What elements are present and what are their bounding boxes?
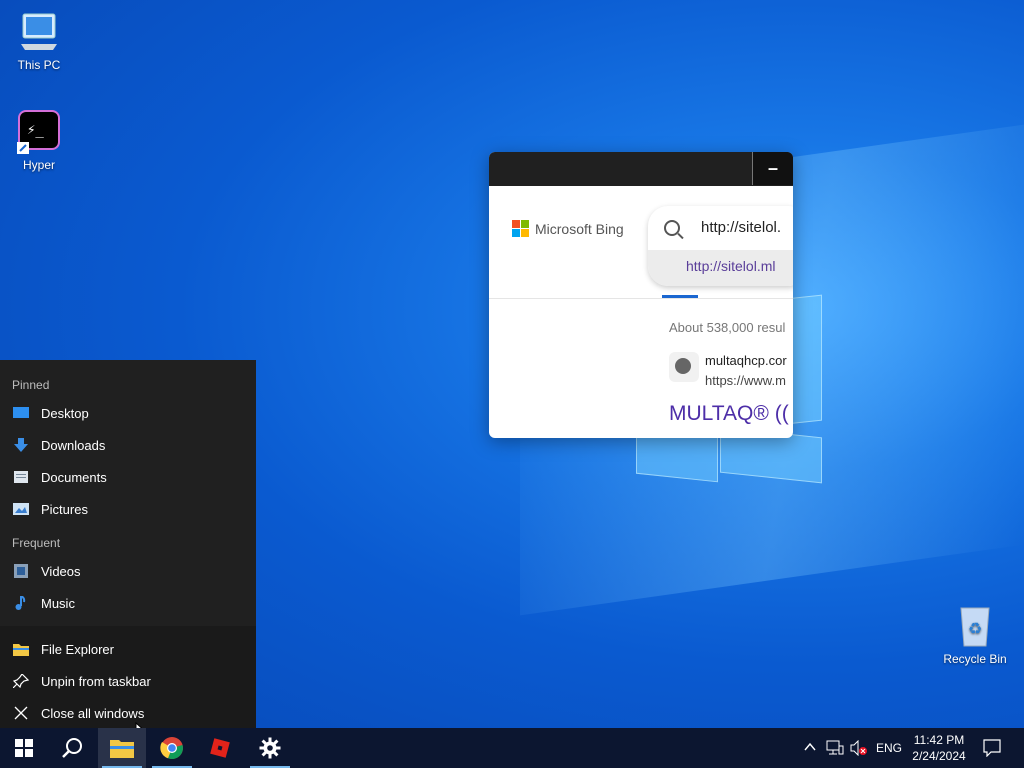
chrome-icon [160,737,183,760]
desktop-folder-icon [13,406,29,420]
jumplist-item-desktop[interactable]: Desktop [0,397,256,429]
file-explorer-icon [110,740,134,758]
microsoft-logo-icon [512,220,529,237]
jumplist-actions: File Explorer Unpin from taskbar Close a… [0,626,256,728]
taskbar-search-button[interactable] [48,728,96,768]
search-input-row[interactable]: http://sitelol. [648,206,793,250]
taskbar-file-explorer[interactable] [98,728,146,768]
notifications-icon[interactable] [983,739,1001,757]
jumplist-item-label: Music [41,595,75,611]
jumplist-action-file-explorer[interactable]: File Explorer [0,633,256,665]
settings-icon [259,737,281,759]
bing-logo-text: Microsoft Bing [535,220,624,237]
clock[interactable]: 11:42 PM 2/24/2024 [906,732,972,764]
search-box[interactable]: http://sitelol. http://sitelol.ml [648,206,793,286]
result-site-url[interactable]: https://www.m [705,373,786,388]
recycle-bin-icon: ♻ [953,604,997,648]
jumplist-item-documents[interactable]: Documents [0,461,256,493]
jumplist-item-label: Downloads [41,437,106,453]
pinned-header: Pinned [12,378,50,392]
desktop-icon-hyper[interactable]: ⚡_ Hyper [4,110,74,172]
videos-icon [13,564,29,578]
start-icon [15,739,33,757]
globe-icon [675,358,691,374]
close-icon [13,706,29,720]
jumplist-item-videos[interactable]: Videos [0,555,256,587]
jumplist-item-pictures[interactable]: Pictures [0,493,256,525]
search-icon [62,738,82,758]
show-hidden-icons-chevron-icon[interactable] [804,742,816,752]
folder-icon [13,642,29,656]
taskbar-settings[interactable] [246,728,294,768]
jumplist-item-label: Pictures [41,501,88,517]
jumplist-action-label: File Explorer [41,641,114,657]
svg-text:♻: ♻ [968,621,982,638]
taskbar-jump-list: Pinned Desktop Downloads Documents Pictu… [0,360,256,728]
volume-muted-icon[interactable] [850,740,868,756]
desktop-icon-label: Hyper [22,158,55,172]
jumplist-item-label: Documents [41,469,107,485]
site-favicon [669,352,699,382]
jumplist-item-music[interactable]: Music [0,587,256,619]
result-count: About 538,000 resul [669,320,786,335]
desktop-icon-recycle-bin[interactable]: ♻ Recycle Bin [940,604,1010,666]
monitor-icon [17,10,61,54]
start-button[interactable] [0,728,48,768]
music-note-icon [13,595,29,610]
svg-text:⚡_: ⚡_ [27,122,44,138]
result-site-name[interactable]: multaqhcp.cor [705,353,787,368]
frequent-header: Frequent [12,536,61,550]
jumplist-item-downloads[interactable]: Downloads [0,429,256,461]
clock-time: 11:42 PM [913,733,965,747]
jumplist-item-label: Desktop [41,405,89,421]
unpin-icon [12,673,30,689]
documents-icon [13,470,29,484]
pictures-icon [13,502,29,516]
language-indicator[interactable]: ENG [876,741,902,755]
bing-logo[interactable]: Microsoft Bing [512,220,624,237]
desktop-icon-label: Recycle Bin [943,652,1007,666]
taskbar: ENG 11:42 PM 2/24/2024 [0,728,1024,768]
search-suggestion[interactable]: http://sitelol.ml [648,250,793,286]
browser-titlebar[interactable]: – [489,152,793,186]
jumplist-action-label: Unpin from taskbar [41,673,151,689]
taskbar-chrome[interactable] [148,728,196,768]
result-title-link[interactable]: MULTAQ® (( [669,402,789,426]
jumplist-item-label: Videos [41,563,81,579]
header-divider [489,298,793,299]
jumplist-action-label: Close all windows [41,705,145,721]
search-input[interactable]: http://sitelol. [701,219,781,236]
minimize-button[interactable]: – [752,152,793,185]
search-icon[interactable] [664,220,680,236]
taskbar-roblox[interactable] [196,728,244,768]
roblox-icon [210,738,230,758]
desktop-icon-this-pc[interactable]: This PC [4,10,74,72]
desktop-icon-label: This PC [17,58,61,72]
jumplist-action-close-all[interactable]: Close all windows [0,697,256,729]
browser-window[interactable]: – Microsoft Bing http://sitelol. http://… [489,152,793,438]
jumplist-action-unpin[interactable]: Unpin from taskbar [0,665,256,697]
download-arrow-icon [13,438,29,452]
clock-date: 2/24/2024 [912,749,966,763]
terminal-icon: ⚡_ [17,110,61,154]
suggestion-text: http://sitelol.ml [686,258,776,274]
network-icon[interactable] [826,740,844,756]
